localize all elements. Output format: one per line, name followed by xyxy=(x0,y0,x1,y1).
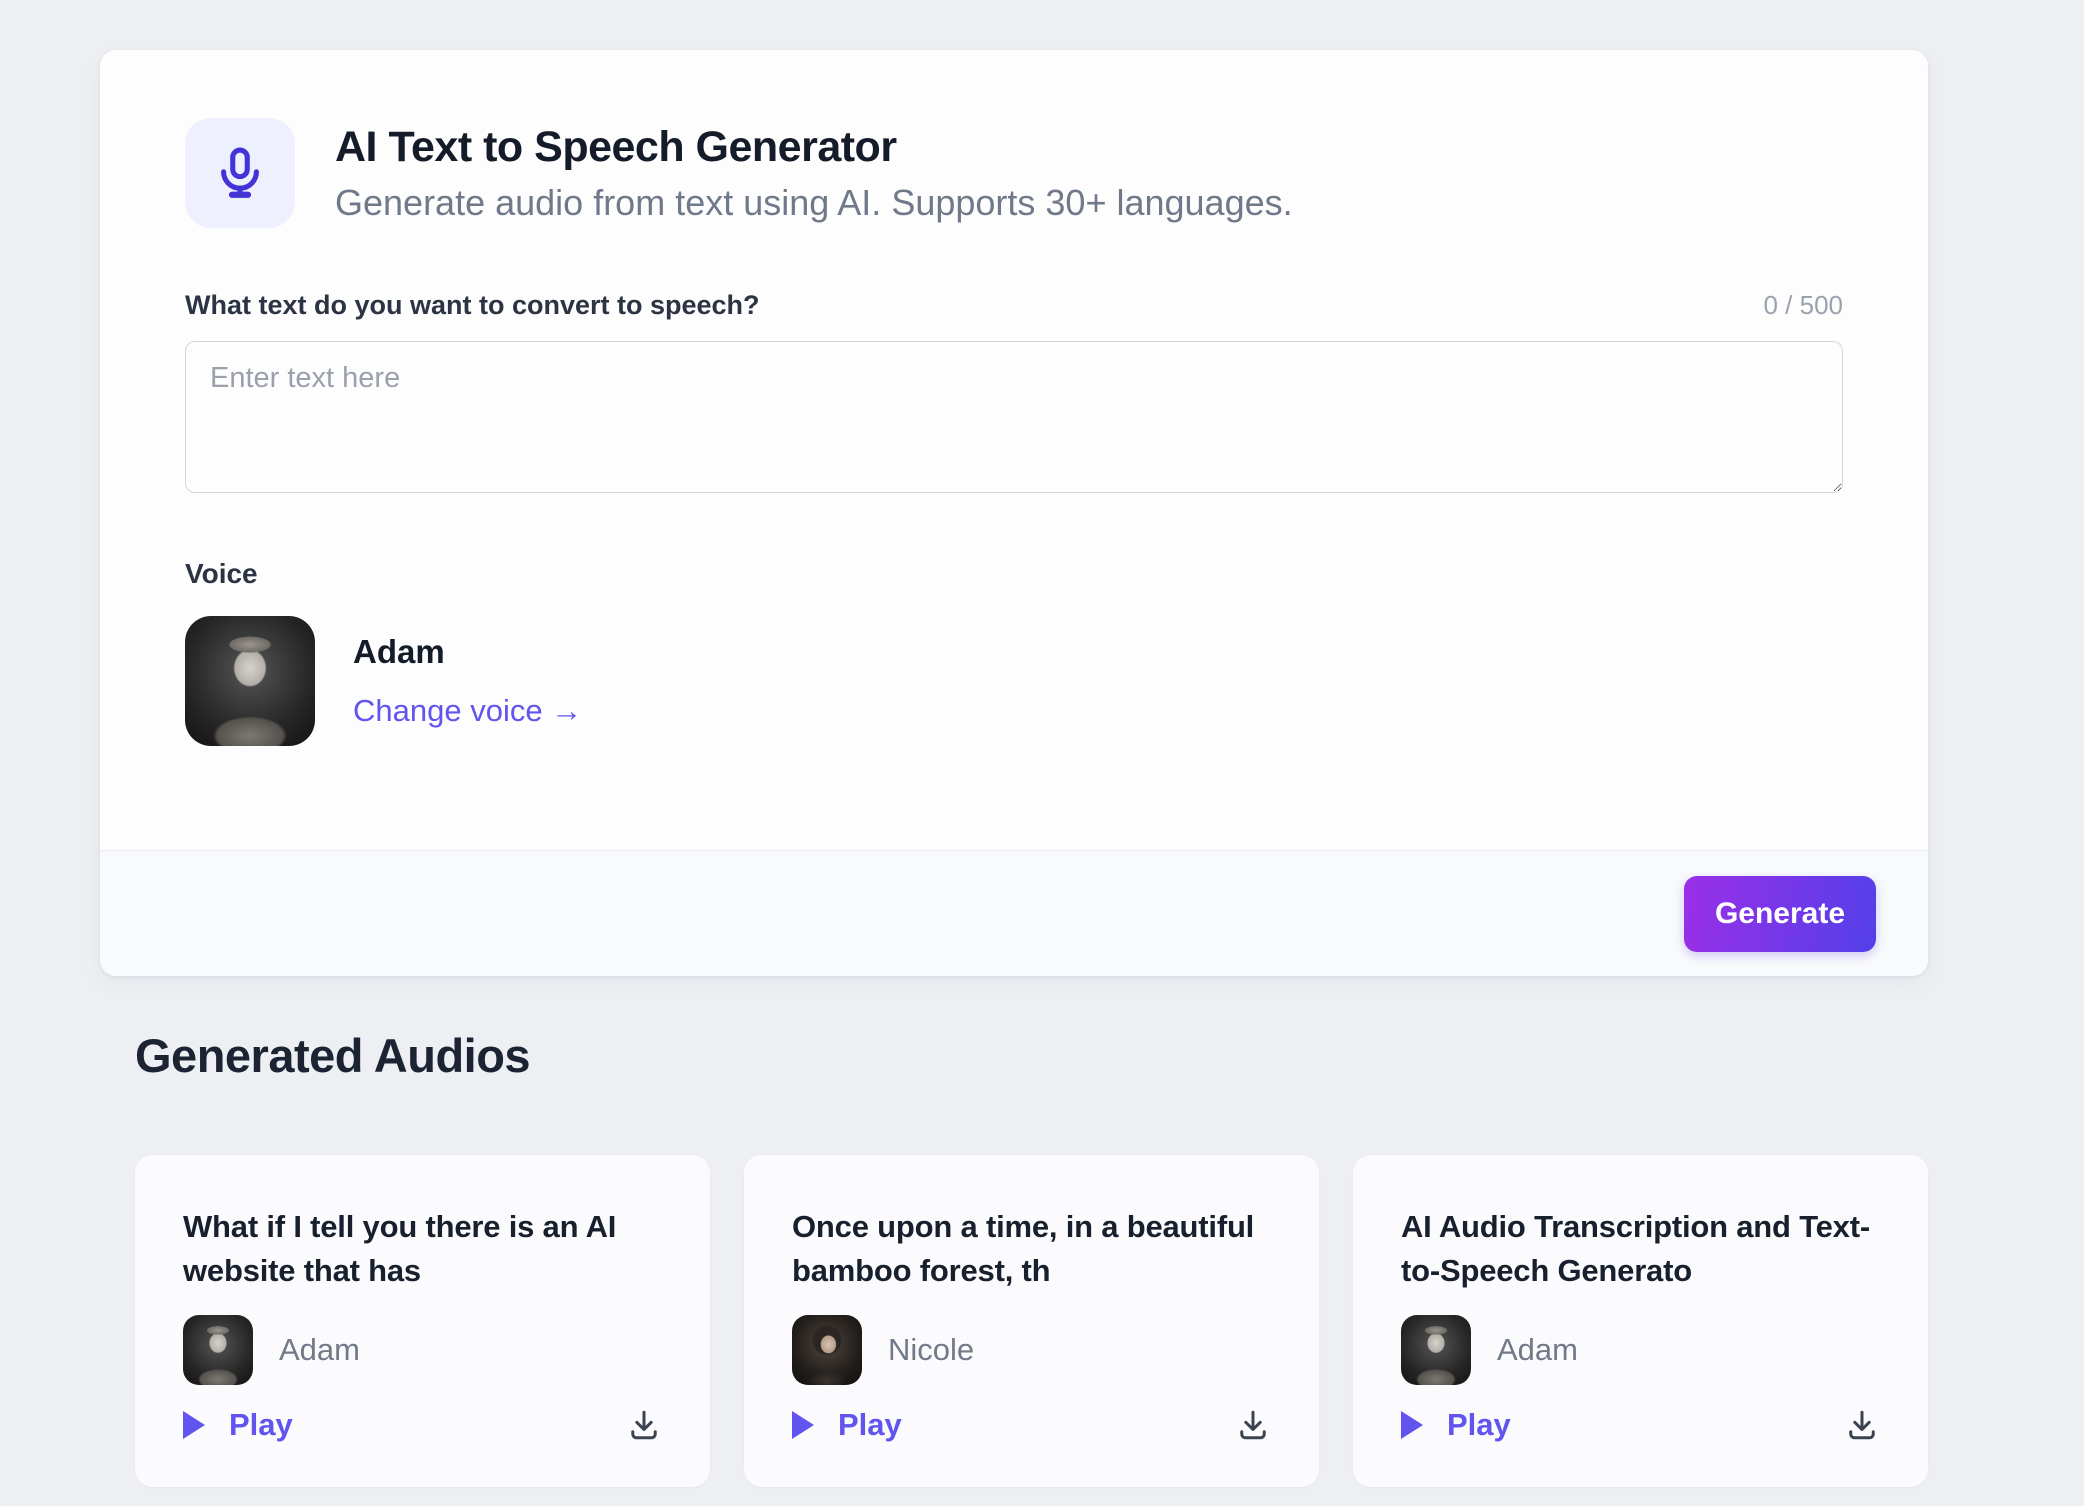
download-icon xyxy=(1235,1407,1271,1443)
audio-voice-name: Adam xyxy=(1497,1332,1578,1368)
play-button[interactable]: Play xyxy=(1401,1407,1511,1443)
download-button[interactable] xyxy=(1235,1407,1271,1443)
generated-audios-heading: Generated Audios xyxy=(135,1028,530,1083)
generated-audios-list: What if I tell you there is an AI websit… xyxy=(135,1155,1928,1487)
generate-button[interactable]: Generate xyxy=(1684,876,1876,952)
play-button[interactable]: Play xyxy=(183,1407,293,1443)
page-title: AI Text to Speech Generator xyxy=(335,123,1293,172)
voice-selector: Adam Change voice → xyxy=(185,616,1843,850)
audio-voice-avatar xyxy=(1401,1315,1471,1385)
audio-voice-name: Adam xyxy=(279,1332,360,1368)
generator-header: AI Text to Speech Generator Generate aud… xyxy=(185,118,1843,228)
voice-name: Adam xyxy=(353,633,582,671)
download-button[interactable] xyxy=(1844,1407,1880,1443)
voice-section-label: Voice xyxy=(185,558,1843,590)
voice-avatar xyxy=(185,616,315,746)
audio-voice-avatar xyxy=(183,1315,253,1385)
page-subtitle: Generate audio from text using AI. Suppo… xyxy=(335,182,1293,224)
char-counter: 0 / 500 xyxy=(1763,290,1843,321)
audio-card: AI Audio Transcription and Text-to-Speec… xyxy=(1353,1155,1928,1487)
generator-footer: Generate xyxy=(100,850,1928,976)
play-button[interactable]: Play xyxy=(792,1407,902,1443)
download-button[interactable] xyxy=(626,1407,662,1443)
audio-voice-name: Nicole xyxy=(888,1332,974,1368)
tts-generator-card: AI Text to Speech Generator Generate aud… xyxy=(100,50,1928,976)
audio-title: AI Audio Transcription and Text-to-Speec… xyxy=(1401,1205,1880,1293)
generator-heading-text: AI Text to Speech Generator Generate aud… xyxy=(335,123,1293,224)
microphone-icon xyxy=(185,118,295,228)
audio-card: Once upon a time, in a beautiful bamboo … xyxy=(744,1155,1319,1487)
download-icon xyxy=(626,1407,662,1443)
play-icon xyxy=(183,1411,205,1439)
play-icon xyxy=(1401,1411,1423,1439)
audio-title: What if I tell you there is an AI websit… xyxy=(183,1205,662,1293)
text-input-label: What text do you want to convert to spee… xyxy=(185,290,760,321)
audio-card: What if I tell you there is an AI websit… xyxy=(135,1155,710,1487)
audio-voice-avatar xyxy=(792,1315,862,1385)
tts-text-input[interactable] xyxy=(185,341,1843,493)
change-voice-link[interactable]: Change voice → xyxy=(353,693,582,729)
play-icon xyxy=(792,1411,814,1439)
download-icon xyxy=(1844,1407,1880,1443)
audio-title: Once upon a time, in a beautiful bamboo … xyxy=(792,1205,1271,1293)
